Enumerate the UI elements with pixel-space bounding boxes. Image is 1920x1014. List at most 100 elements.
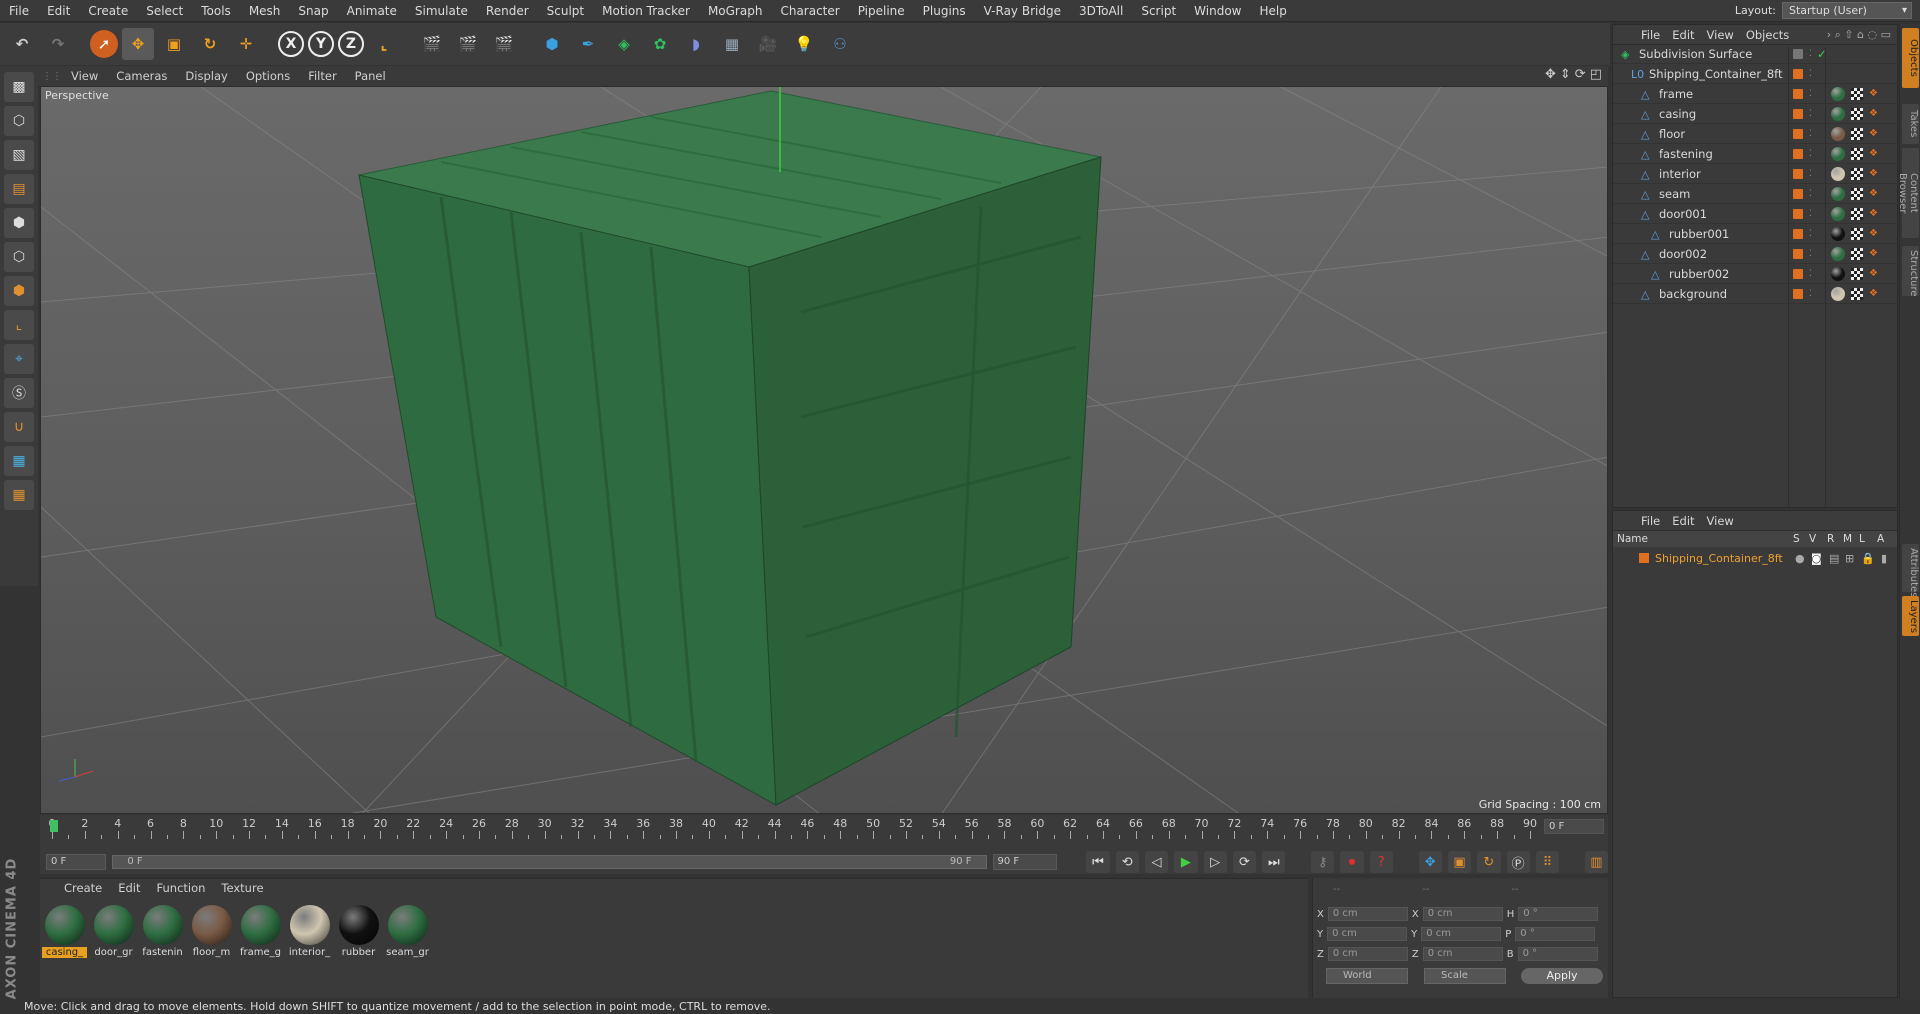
play-button[interactable]: ▶ xyxy=(1174,851,1198,873)
object-layer-tag[interactable] xyxy=(1793,49,1803,59)
material-swatch[interactable]: seam_gr xyxy=(385,905,430,958)
model-mode-button[interactable]: ⬡ xyxy=(4,106,34,136)
dolly-icon[interactable]: ⇕ xyxy=(1560,67,1571,82)
layer-visible-icon[interactable]: ◙ xyxy=(1811,552,1822,565)
material-swatch[interactable]: casing_ xyxy=(42,905,87,958)
uvw-tag-icon[interactable] xyxy=(1851,188,1863,200)
select-tool-button[interactable]: ➚ xyxy=(90,30,118,58)
menu-animate[interactable]: Animate xyxy=(338,0,406,22)
visibility-dots-icon[interactable]: ⁚ xyxy=(1809,49,1812,59)
tweak-mode-button[interactable]: ⌖ xyxy=(4,344,34,374)
material-tag-icon[interactable] xyxy=(1831,167,1845,181)
layer-anim-icon[interactable]: ▮ xyxy=(1881,552,1887,565)
phong-tag-icon[interactable]: ❖ xyxy=(1869,168,1881,180)
menu-v-ray-bridge[interactable]: V-Ray Bridge xyxy=(975,0,1070,22)
prev-frame-button[interactable]: ◁ xyxy=(1144,851,1169,873)
rot-p-field[interactable]: 0 ° xyxy=(1515,927,1596,941)
points-mode-button[interactable]: ⬢ xyxy=(4,208,34,238)
planar-workplane-button[interactable]: ▦ xyxy=(4,480,34,510)
object-row[interactable]: △ door001 ⁚ ❖ xyxy=(1613,205,1899,224)
menu-tools[interactable]: Tools xyxy=(192,0,240,22)
layer-render-icon[interactable]: ▤ xyxy=(1829,552,1839,565)
menu-edit[interactable]: Edit xyxy=(38,0,79,22)
3d-viewport[interactable]: Perspective Grid Spacing : 100 cm xyxy=(40,86,1608,814)
visibility-dots-icon[interactable]: ⁚ xyxy=(1809,149,1812,159)
object-row[interactable]: △ casing ⁚ ❖ xyxy=(1613,105,1899,124)
polygons-mode-button[interactable]: ⬢ xyxy=(4,276,34,306)
object-menu-file[interactable]: File xyxy=(1635,28,1666,42)
coord-mode-dropdown[interactable]: World xyxy=(1326,968,1408,984)
object-menu-objects[interactable]: Objects xyxy=(1740,28,1795,42)
material-menu-texture[interactable]: Texture xyxy=(215,881,269,895)
menu-3dtoall[interactable]: 3DToAll xyxy=(1070,0,1132,22)
material-menu-function[interactable]: Function xyxy=(151,881,212,895)
object-row[interactable]: △ floor ⁚ ❖ xyxy=(1613,125,1899,144)
object-row[interactable]: L0 Shipping_Container_8ft ⁚ xyxy=(1613,65,1899,84)
phong-tag-icon[interactable]: ❖ xyxy=(1869,128,1881,140)
object-layer-tag[interactable] xyxy=(1793,149,1803,159)
pan-icon[interactable]: ✥ xyxy=(1545,67,1556,82)
subdivision-button[interactable]: ◈ xyxy=(608,28,640,60)
uvw-tag-icon[interactable] xyxy=(1851,268,1863,280)
object-row[interactable]: △ rubber001 ⁚ ❖ xyxy=(1613,225,1899,244)
coord-scale-dropdown[interactable]: Scale xyxy=(1424,968,1506,984)
side-tab-attributes[interactable]: Attributes xyxy=(1902,544,1919,597)
render-view-button[interactable]: 🎬 xyxy=(416,28,448,60)
layer-row[interactable]: Shipping_Container_8ft ● ◙ ▤ ⊞ 🔒 ▮ xyxy=(1613,549,1899,567)
menu-help[interactable]: Help xyxy=(1250,0,1295,22)
material-tag-icon[interactable] xyxy=(1831,147,1845,161)
uvw-tag-icon[interactable] xyxy=(1851,168,1863,180)
object-layer-tag[interactable] xyxy=(1793,209,1803,219)
pen-button[interactable]: ✒ xyxy=(572,28,604,60)
uvw-tag-icon[interactable] xyxy=(1851,148,1863,160)
pos-z-field[interactable]: 0 cm xyxy=(1327,947,1408,961)
object-layer-tag[interactable] xyxy=(1793,129,1803,139)
visibility-dots-icon[interactable]: ⁚ xyxy=(1809,289,1812,299)
menu-script[interactable]: Script xyxy=(1132,0,1185,22)
layer-lock-icon[interactable]: 🔒 xyxy=(1861,552,1875,565)
layer-menu-view[interactable]: View xyxy=(1701,514,1740,528)
object-row[interactable]: △ background ⁚ ❖ xyxy=(1613,285,1899,304)
phong-tag-icon[interactable]: ❖ xyxy=(1869,88,1881,100)
layer-column-s[interactable]: S xyxy=(1793,533,1800,545)
current-frame-field[interactable]: 0 F xyxy=(1544,819,1604,834)
viewport-menu-options[interactable]: Options xyxy=(237,69,299,83)
phong-tag-icon[interactable]: ❖ xyxy=(1869,288,1881,300)
material-tag-icon[interactable] xyxy=(1831,227,1845,241)
camera-button[interactable]: 🎥 xyxy=(752,28,784,60)
material-swatch[interactable]: frame_g xyxy=(238,905,283,958)
side-tab-objects[interactable]: Objects xyxy=(1902,28,1919,88)
orbit-icon[interactable]: ⟳ xyxy=(1575,67,1586,82)
home-icon[interactable]: ⌂ xyxy=(1857,28,1864,41)
layer-manager-icon[interactable]: ⊞ xyxy=(1845,552,1854,565)
viewport-menu-view[interactable]: View xyxy=(62,69,107,83)
material-tag-icon[interactable] xyxy=(1831,107,1845,121)
size-y-field[interactable]: 0 cm xyxy=(1421,927,1502,941)
python-button[interactable]: ⚇ xyxy=(824,28,856,60)
size-x-field[interactable]: 0 cm xyxy=(1422,907,1503,921)
visibility-dots-icon[interactable]: ⁚ xyxy=(1809,249,1812,259)
autokey-button[interactable]: ⏺ xyxy=(1340,851,1364,873)
side-tab-structure[interactable]: Structure xyxy=(1902,246,1919,297)
pos-x-field[interactable]: 0 cm xyxy=(1327,907,1408,921)
side-tab-takes[interactable]: Takes xyxy=(1902,104,1919,144)
layer-menu-edit[interactable]: Edit xyxy=(1666,514,1700,528)
object-row[interactable]: ◈ Subdivision Surface ⁚ ✓ xyxy=(1613,45,1899,64)
phong-tag-icon[interactable]: ❖ xyxy=(1869,208,1881,220)
uvw-tag-icon[interactable] xyxy=(1851,88,1863,100)
scale-key-button[interactable]: ▣ xyxy=(1447,851,1472,873)
material-tag-icon[interactable] xyxy=(1831,267,1845,281)
menu-character[interactable]: Character xyxy=(771,0,848,22)
rotate-tool-button[interactable]: ↻ xyxy=(194,28,226,60)
phong-tag-icon[interactable]: ❖ xyxy=(1869,248,1881,260)
deformer-button[interactable]: ◗ xyxy=(680,28,712,60)
prev-key-button[interactable]: ⟲ xyxy=(1115,851,1139,873)
object-layer-tag[interactable] xyxy=(1793,189,1803,199)
phong-tag-icon[interactable]: ❖ xyxy=(1869,108,1881,120)
floor-button[interactable]: ▦ xyxy=(716,28,748,60)
object-row[interactable]: △ fastening ⁚ ❖ xyxy=(1613,145,1899,164)
visibility-dots-icon[interactable]: ⁚ xyxy=(1809,209,1812,219)
visibility-dots-icon[interactable]: ⁚ xyxy=(1809,69,1812,79)
coordinate-system-button[interactable]: ⌞ xyxy=(368,28,400,60)
material-tag-icon[interactable] xyxy=(1831,287,1845,301)
